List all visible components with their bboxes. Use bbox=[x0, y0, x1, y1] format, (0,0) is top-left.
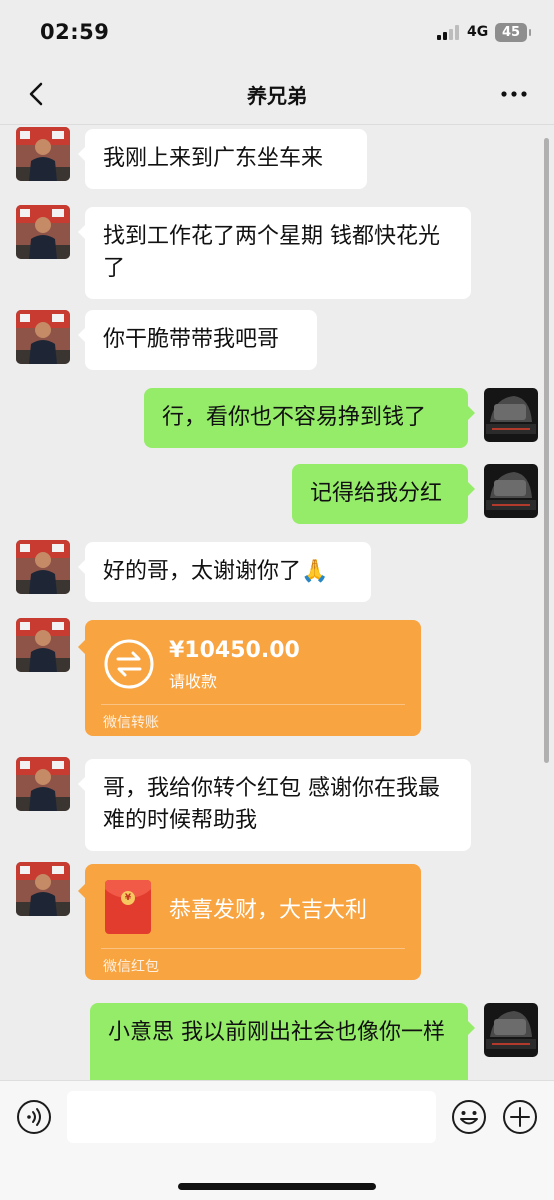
message-text: 你干脆带带我吧哥 bbox=[103, 327, 280, 352]
outgoing-message-bubble[interactable]: 行，看你也不容易挣到钱了 bbox=[144, 388, 475, 448]
message-text: 行，看你也不容易挣到钱了 bbox=[162, 405, 427, 430]
message-text: 记得给我分红 bbox=[310, 481, 443, 506]
red-packet-label: 微信红包 bbox=[103, 959, 159, 975]
voice-icon[interactable] bbox=[16, 1099, 52, 1135]
transfer-status: 请收款 bbox=[169, 672, 218, 691]
chat-title: 养兄弟 bbox=[247, 84, 307, 108]
outgoing-message-bubble[interactable]: 小意思 我以前刚出社会也像你一样 bbox=[90, 1003, 475, 1080]
message-list[interactable]: 我刚上来到广东坐车来 找到工作花了两个星期 钱都快花光了 你干脆带带我吧哥 行，… bbox=[0, 125, 554, 1080]
red-packet-icon: ¥ bbox=[105, 880, 151, 934]
message-text: 好的哥，太谢谢你了🙏 bbox=[103, 559, 329, 584]
card-divider bbox=[101, 704, 405, 705]
contact-avatar[interactable] bbox=[16, 540, 70, 594]
transfer-arrows-icon bbox=[104, 639, 154, 689]
incoming-message-bubble[interactable]: 好的哥，太谢谢你了🙏 bbox=[78, 542, 371, 602]
input-bar bbox=[0, 1080, 554, 1200]
message-text: 小意思 我以前刚出社会也像你一样 bbox=[108, 1020, 445, 1045]
transfer-amount: ¥10450.00 bbox=[169, 638, 300, 663]
scrollbar[interactable] bbox=[544, 138, 549, 763]
emoji-icon[interactable] bbox=[451, 1099, 487, 1135]
contact-avatar[interactable] bbox=[16, 618, 70, 672]
chat-header: 养兄弟 bbox=[0, 64, 554, 124]
message-text: 找到工作花了两个星期 钱都快花光了 bbox=[103, 224, 440, 281]
network-type: 4G bbox=[467, 24, 489, 40]
red-packet-greeting: 恭喜发财，大吉大利 bbox=[169, 898, 368, 923]
outgoing-message-bubble[interactable]: 记得给我分红 bbox=[292, 464, 475, 524]
message-text: 我刚上来到广东坐车来 bbox=[103, 146, 324, 171]
my-avatar[interactable] bbox=[484, 464, 538, 518]
contact-avatar[interactable] bbox=[16, 757, 70, 811]
contact-avatar[interactable] bbox=[16, 310, 70, 364]
incoming-message-bubble[interactable]: 你干脆带带我吧哥 bbox=[78, 310, 317, 370]
incoming-message-bubble[interactable]: 找到工作花了两个星期 钱都快花光了 bbox=[78, 207, 471, 299]
status-bar: 02:59 4G 45 bbox=[0, 0, 554, 64]
red-packet-card[interactable]: ¥ 恭喜发财，大吉大利 微信红包 bbox=[78, 864, 421, 980]
home-indicator bbox=[178, 1183, 376, 1190]
plus-icon[interactable] bbox=[502, 1099, 538, 1135]
contact-avatar[interactable] bbox=[16, 862, 70, 916]
more-icon[interactable] bbox=[498, 82, 530, 106]
message-input[interactable] bbox=[67, 1091, 436, 1143]
my-avatar[interactable] bbox=[484, 1003, 538, 1057]
card-divider bbox=[101, 948, 405, 949]
contact-avatar[interactable] bbox=[16, 205, 70, 259]
message-text: 哥，我给你转个红包 感谢你在我最难的时候帮助我 bbox=[103, 776, 440, 833]
transfer-card[interactable]: ¥10450.00 请收款 微信转账 bbox=[78, 620, 421, 736]
signal-icon bbox=[437, 24, 463, 40]
transfer-label: 微信转账 bbox=[103, 715, 159, 731]
contact-avatar[interactable] bbox=[16, 127, 70, 181]
battery-icon: 45 bbox=[495, 23, 531, 42]
status-time: 02:59 bbox=[40, 20, 110, 44]
incoming-message-bubble[interactable]: 哥，我给你转个红包 感谢你在我最难的时候帮助我 bbox=[78, 759, 471, 851]
incoming-message-bubble[interactable]: 我刚上来到广东坐车来 bbox=[78, 129, 367, 189]
my-avatar[interactable] bbox=[484, 388, 538, 442]
